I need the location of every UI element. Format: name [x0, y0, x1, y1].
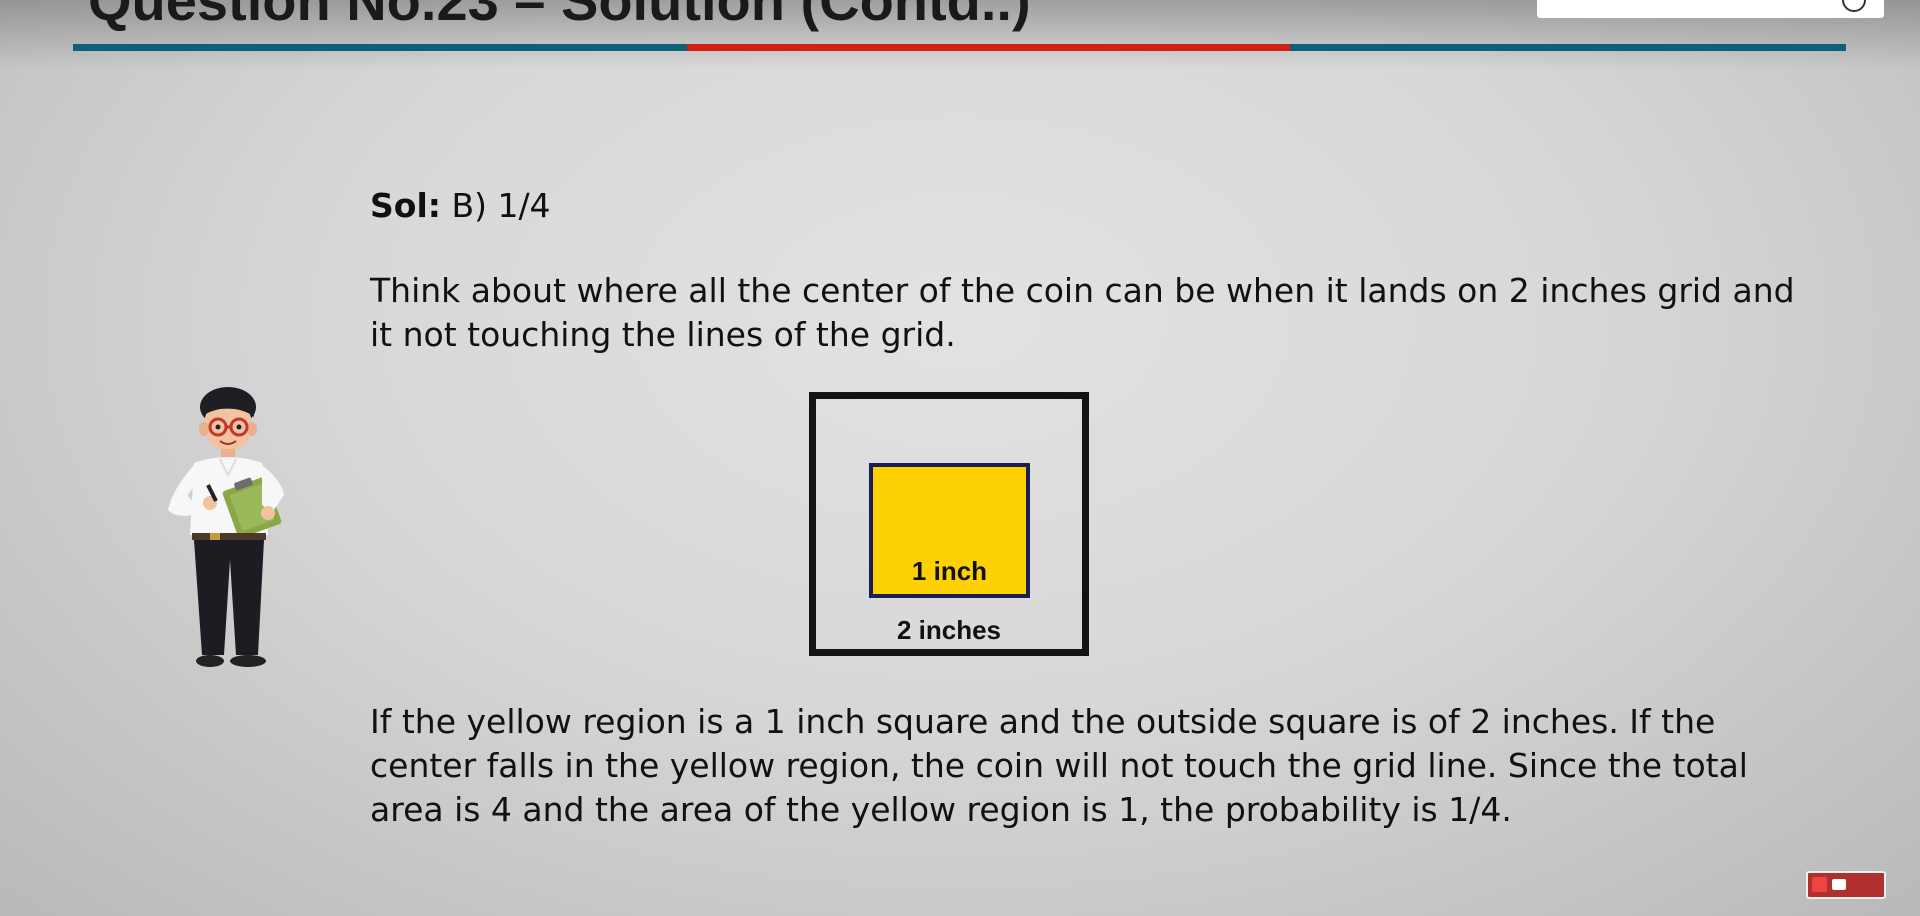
- title-rule-right: [1290, 44, 1846, 51]
- title-rule-left: [73, 44, 687, 51]
- explanation-paragraph: If the yellow region is a 1 inch square …: [370, 702, 1748, 829]
- answer-line: Sol: B) 1/4: [370, 184, 551, 228]
- answer-text: B) 1/4: [440, 186, 551, 225]
- outer-square-label: 2 inches: [896, 615, 1002, 645]
- channel-logo-icon: [1812, 877, 1827, 892]
- youtube-play-icon: [1832, 879, 1846, 890]
- title-rule-middle: [687, 44, 1290, 51]
- slide-title: Question No.23 – Solution (Contd..): [88, 0, 1031, 32]
- intro-paragraph: Think about where all the center of the …: [370, 271, 1795, 354]
- inner-square-label: 1 inch: [911, 556, 988, 586]
- sol-label: Sol:: [370, 186, 441, 225]
- video-overlay-box: [1537, 0, 1884, 18]
- teacher-illustration: [168, 387, 284, 667]
- circle-icon: [1842, 0, 1866, 12]
- subscribe-badge-icon[interactable]: [1806, 871, 1886, 899]
